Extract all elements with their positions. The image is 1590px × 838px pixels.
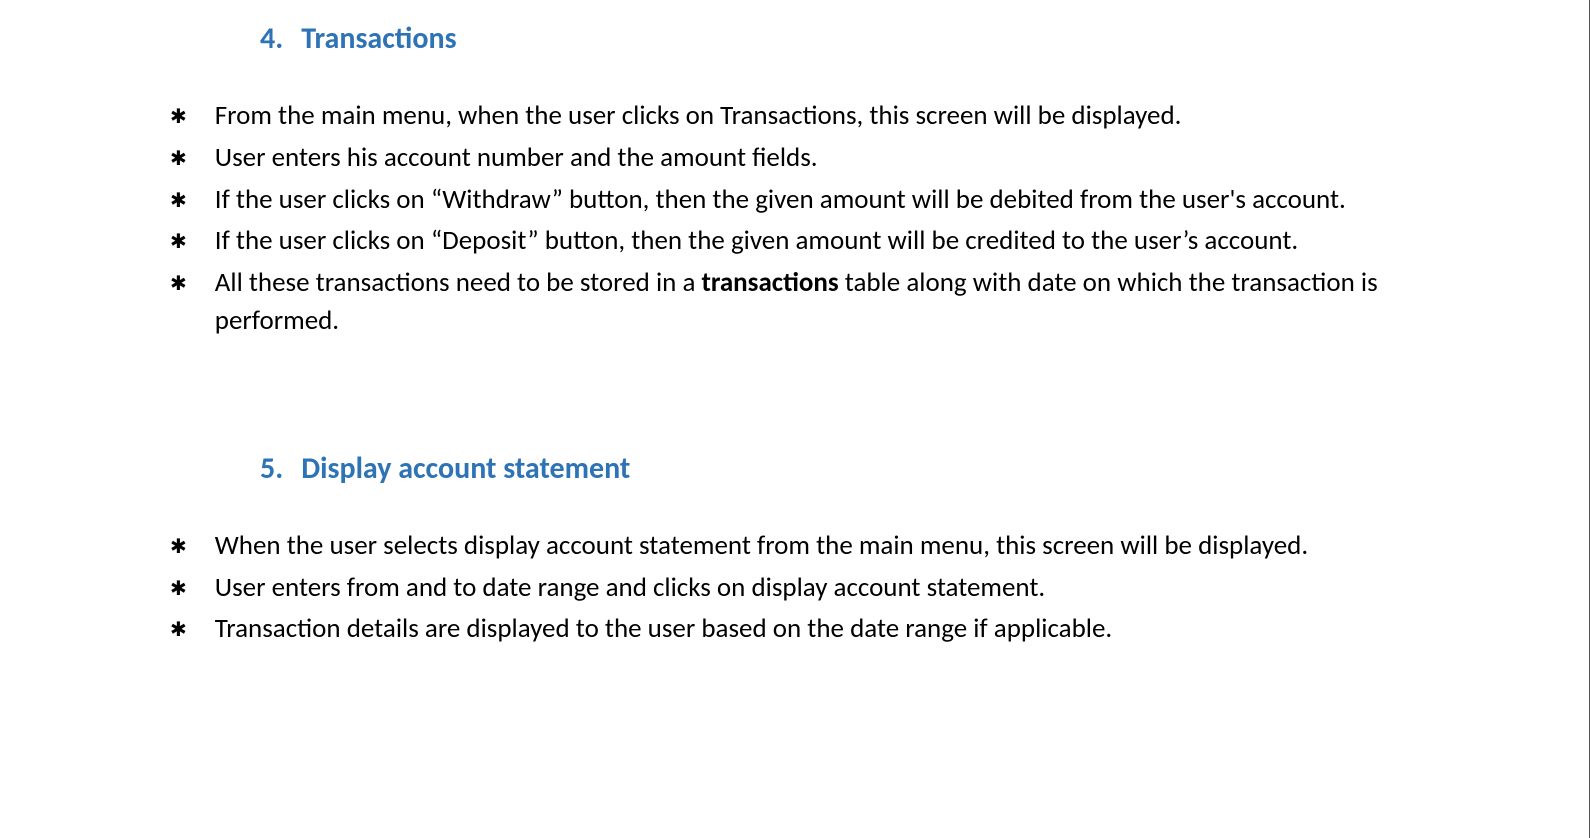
list-item: ✱ If the user clicks on “Deposit” button… [170,222,1419,260]
bullet-text: All these transactions need to be stored… [215,264,1419,340]
asterisk-icon: ✱ [170,616,187,644]
bullet-text: If the user clicks on “Deposit” button, … [215,222,1419,260]
bullet-text: When the user selects display account st… [215,527,1419,565]
asterisk-icon: ✱ [170,533,187,561]
asterisk-icon: ✱ [170,145,187,173]
bullet-list-transactions: ✱ From the main menu, when the user clic… [170,97,1419,340]
document-section-display-account-statement: 5. Display account statement ✱ When the u… [170,450,1419,648]
asterisk-icon: ✱ [170,270,187,298]
bullet-text: If the user clicks on “Withdraw” button,… [215,181,1419,219]
bullet-text: From the main menu, when the user clicks… [215,97,1419,135]
section-title: Transactions [301,20,456,57]
bullet-text: User enters from and to date range and c… [215,569,1419,607]
asterisk-icon: ✱ [170,575,187,603]
list-item: ✱ All these transactions need to be stor… [170,264,1419,340]
list-item: ✱ From the main menu, when the user clic… [170,97,1419,135]
asterisk-icon: ✱ [170,103,187,131]
section-heading-display-account-statement: 5. Display account statement [260,450,1419,487]
list-item: ✱ User enters his account number and the… [170,139,1419,177]
section-number: 4. [260,20,283,57]
asterisk-icon: ✱ [170,228,187,256]
bullet-text: User enters his account number and the a… [215,139,1419,177]
document-section-transactions: 4. Transactions ✱ From the main menu, whe… [170,20,1419,340]
bullet-text: Transaction details are displayed to the… [215,610,1419,648]
section-number: 5. [260,450,283,487]
list-item: ✱ User enters from and to date range and… [170,569,1419,607]
list-item: ✱ Transaction details are displayed to t… [170,610,1419,648]
asterisk-icon: ✱ [170,187,187,215]
list-item: ✱ If the user clicks on “Withdraw” butto… [170,181,1419,219]
bullet-list-display-account-statement: ✱ When the user selects display account … [170,527,1419,648]
section-heading-transactions: 4. Transactions [260,20,1419,57]
section-title: Display account statement [301,450,630,487]
list-item: ✱ When the user selects display account … [170,527,1419,565]
